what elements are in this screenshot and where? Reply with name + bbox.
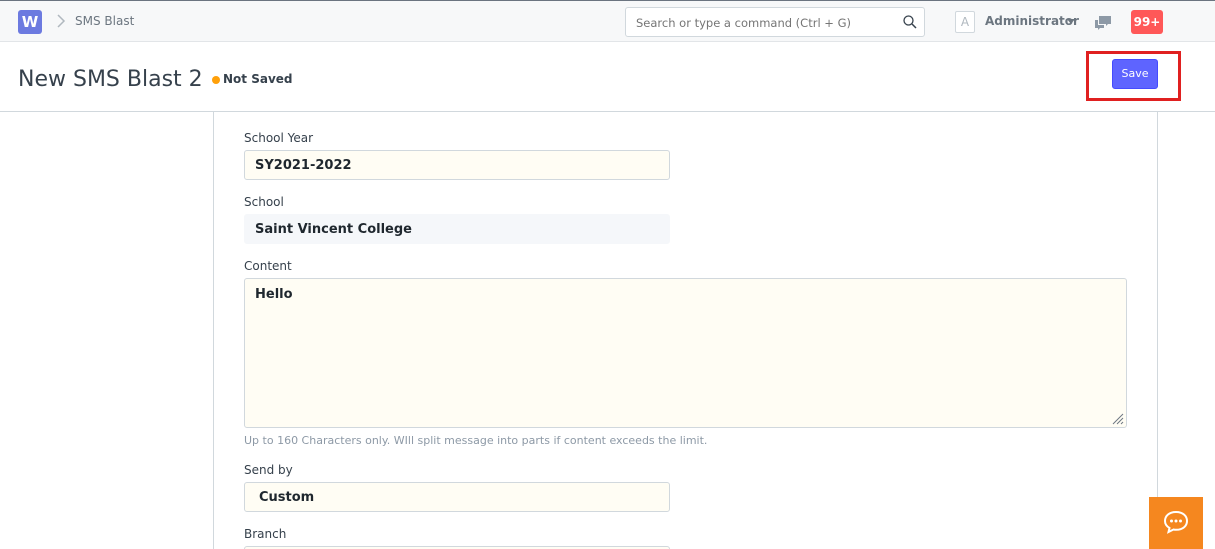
breadcrumb-sms-blast[interactable]: SMS Blast bbox=[75, 14, 134, 28]
content-label: Content bbox=[244, 259, 292, 273]
school-field: Saint Vincent College bbox=[244, 214, 670, 244]
school-label: School bbox=[244, 195, 284, 209]
send-by-label: Send by bbox=[244, 463, 293, 477]
send-by-select[interactable]: Custom bbox=[244, 482, 670, 512]
user-menu-label[interactable]: Administrator bbox=[985, 14, 1079, 28]
school-year-label: School Year bbox=[244, 131, 314, 145]
content-text: Hello bbox=[255, 287, 293, 302]
chevron-down-icon[interactable] bbox=[1067, 19, 1075, 24]
chat-bubble-icon bbox=[1163, 510, 1189, 534]
chevron-right-icon bbox=[57, 14, 66, 28]
status-badge: Not Saved bbox=[223, 72, 293, 86]
school-year-field[interactable]: SY2021-2022 bbox=[244, 150, 670, 180]
avatar[interactable]: A bbox=[955, 11, 975, 33]
chat-icon[interactable] bbox=[1094, 15, 1112, 31]
page-title: New SMS Blast 2 bbox=[18, 67, 203, 92]
status-indicator-dot bbox=[212, 76, 220, 84]
chat-support-button[interactable] bbox=[1149, 497, 1203, 549]
branch-label: Branch bbox=[244, 527, 287, 541]
notification-badge[interactable]: 99+ bbox=[1131, 10, 1163, 34]
search-icon[interactable] bbox=[903, 15, 917, 29]
search-input[interactable] bbox=[636, 16, 896, 30]
save-button[interactable]: Save bbox=[1112, 59, 1158, 89]
resize-handle-icon[interactable] bbox=[1112, 413, 1124, 425]
search-bar[interactable] bbox=[625, 7, 925, 37]
navbar: W SMS Blast A Administrator 99+ bbox=[0, 0, 1215, 42]
content-textarea[interactable]: Hello bbox=[244, 278, 1127, 428]
page-head: New SMS Blast 2 Not Saved Save bbox=[0, 42, 1215, 112]
app-logo[interactable]: W bbox=[18, 10, 42, 34]
content-help-text: Up to 160 Characters only. WIll split me… bbox=[244, 434, 708, 447]
